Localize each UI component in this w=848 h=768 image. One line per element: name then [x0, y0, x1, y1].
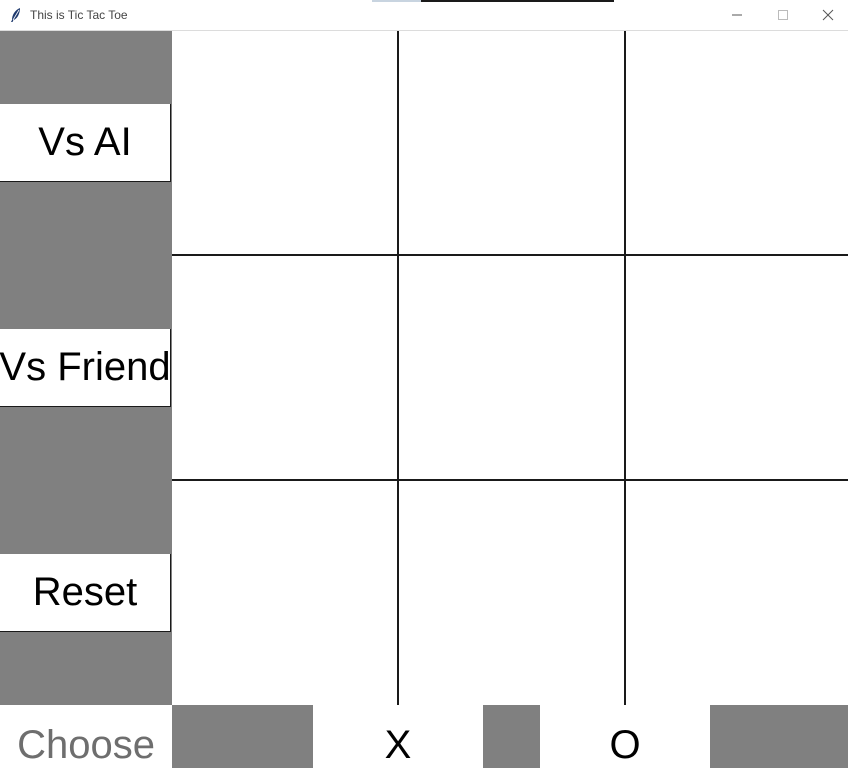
maximize-icon [778, 10, 788, 20]
board-cell-6[interactable] [626, 256, 848, 479]
grid-line-vertical-1 [397, 31, 399, 705]
vs-friend-button[interactable]: Vs Friend [0, 329, 171, 407]
grid-line-horizontal-1 [172, 254, 848, 256]
feather-icon [9, 7, 23, 23]
symbol-picker-bar: Choose X O [0, 705, 848, 768]
board-cell-1[interactable] [172, 31, 397, 254]
minimize-button[interactable] [714, 0, 760, 30]
grid-line-horizontal-2 [172, 479, 848, 481]
pick-x-button[interactable]: X [313, 705, 483, 768]
game-board [172, 31, 848, 705]
maximize-button[interactable] [760, 0, 806, 30]
board-cell-2[interactable] [399, 31, 624, 254]
choose-label: Choose [0, 705, 172, 768]
board-cell-7[interactable] [172, 481, 397, 705]
title-bar[interactable]: This is Tic Tac Toe [0, 0, 848, 31]
mode-sidebar: Vs AI Vs Friend Reset [0, 31, 172, 705]
vs-ai-button[interactable]: Vs AI [0, 104, 171, 182]
board-cell-9[interactable] [626, 481, 848, 705]
board-cell-3[interactable] [626, 31, 848, 254]
board-cell-4[interactable] [172, 256, 397, 479]
pick-o-button[interactable]: O [540, 705, 710, 768]
title-bar-accent [372, 0, 421, 2]
title-bar-accent-dark [421, 0, 614, 2]
app-window: This is Tic Tac Toe Vs AI Vs Friend Rese… [0, 0, 848, 768]
window-title: This is Tic Tac Toe [30, 8, 128, 22]
board-cell-5[interactable] [399, 256, 624, 479]
close-icon [822, 9, 834, 21]
board-cell-8[interactable] [399, 481, 624, 705]
reset-button[interactable]: Reset [0, 554, 171, 632]
close-button[interactable] [805, 0, 848, 30]
minimize-icon [732, 14, 742, 16]
grid-line-vertical-2 [624, 31, 626, 705]
